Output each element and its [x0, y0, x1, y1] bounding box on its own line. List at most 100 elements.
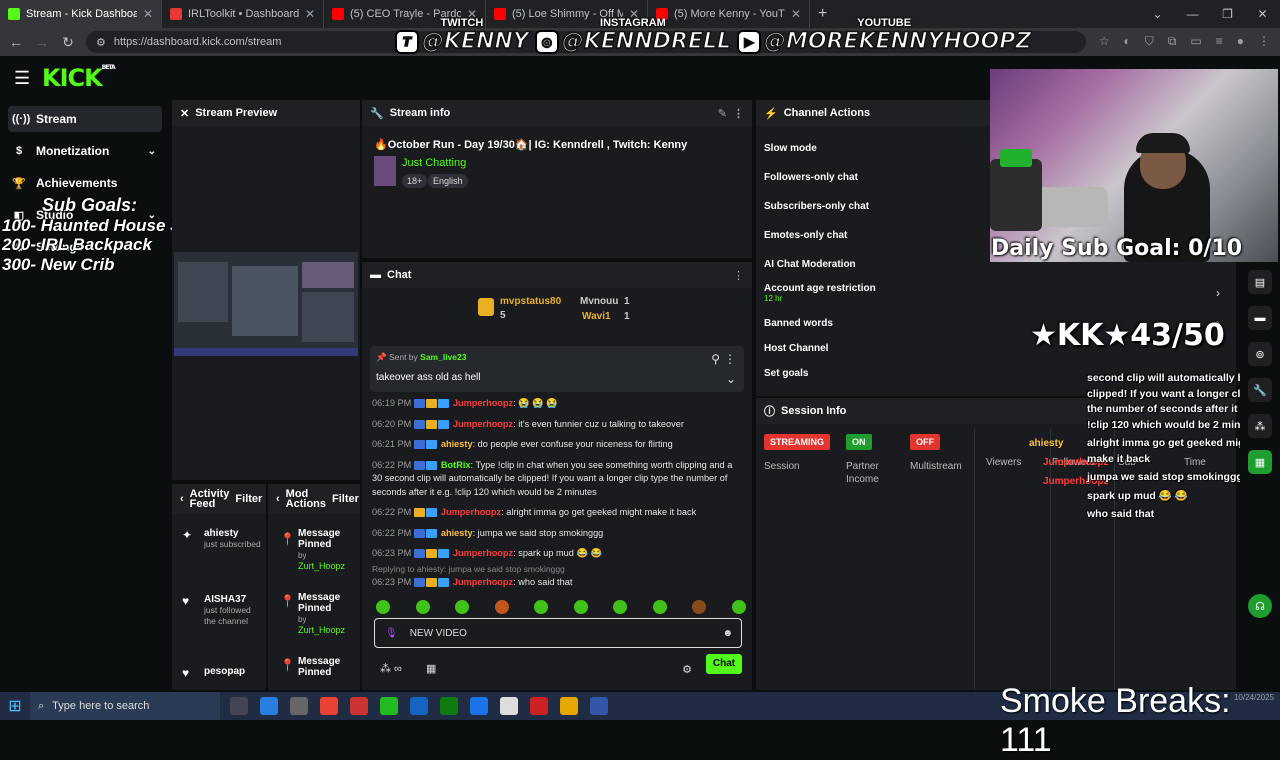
chat-message[interactable]: 06:22 PM BotRix: Type !clip in chat when… [372, 459, 742, 500]
chat-message[interactable]: 06:23 PM Jumperhoopz: who said that [372, 576, 742, 590]
mod-action-item[interactable]: Message Pinned by Zurt_Hoopz [298, 592, 360, 636]
xbox-app-icon[interactable] [440, 697, 458, 715]
leader-name[interactable]: Mvnouu [580, 296, 618, 307]
chevron-right-icon[interactable]: › [1216, 286, 1220, 300]
taskbar-search[interactable]: ⌕ Type here to search [30, 692, 220, 720]
kick-logo[interactable]: KICKBETA [42, 64, 116, 92]
edit-pencil-icon[interactable]: ✎ [718, 107, 727, 120]
app-icon[interactable] [470, 697, 488, 715]
close-icon[interactable]: ✕ [180, 107, 189, 120]
document-icon[interactable]: ▤ [1248, 270, 1272, 294]
banned-words-link[interactable]: Banned words [764, 318, 833, 329]
close-tab-icon[interactable]: ✕ [143, 7, 153, 21]
site-info-icon[interactable]: ⚙ [96, 36, 106, 49]
menu-icon[interactable]: ⋮ [1258, 34, 1270, 49]
chat-message[interactable]: 06:21 PM ahiesty: do people ever confuse… [372, 438, 742, 452]
restore-icon[interactable]: ❐ [1210, 0, 1245, 28]
chat-input[interactable]: 🎙 NEW VIDEO ☻ [374, 618, 742, 648]
chevron-left-icon[interactable]: ‹ [276, 493, 280, 505]
emote-icon[interactable] [494, 600, 509, 614]
app-icon[interactable] [590, 697, 608, 715]
emote-icon[interactable] [692, 600, 707, 614]
task-view-icon[interactable] [230, 697, 248, 715]
app-icon[interactable] [350, 697, 368, 715]
slow-mode-toggle[interactable]: Slow mode [764, 143, 817, 154]
chat-message[interactable]: 06:22 PM ahiesty: jumpa we said stop smo… [372, 527, 742, 541]
split-icon[interactable]: ▭ [1190, 34, 1201, 49]
emotes-only-toggle[interactable]: Emotes-only chat [764, 230, 847, 241]
emote-icon[interactable] [573, 600, 588, 614]
broadcast-icon[interactable]: ⊚ [1248, 342, 1272, 366]
app-icon[interactable] [530, 697, 548, 715]
mod-action-item[interactable]: Message Pinned by Zurt_Hoopz [298, 528, 360, 572]
emote-icon[interactable] [652, 600, 667, 614]
activity-item[interactable]: ✦ ahiesty just subscribed [182, 528, 261, 550]
close-tab-icon[interactable]: ✕ [305, 7, 315, 21]
outlook-icon[interactable] [410, 697, 428, 715]
browser-tab-irltoolkit[interactable]: IRLToolkit • Dashboard ✕ [162, 0, 324, 28]
minimize-icon[interactable]: — [1175, 0, 1210, 28]
puzzle-icon[interactable]: ⧉ [1168, 34, 1177, 49]
leader-name[interactable]: mvpstatus80 [500, 296, 561, 307]
emoji-icon[interactable]: ☻ [722, 628, 733, 639]
chat-message[interactable]: 06:20 PM Jumperhoopz: it's even funnier … [372, 418, 742, 432]
more-options-icon[interactable]: ⋮ [733, 269, 744, 282]
xbox-icon[interactable] [380, 697, 398, 715]
emote-icon[interactable] [415, 600, 430, 614]
emote-icon[interactable] [613, 600, 628, 614]
avatar[interactable]: ● [1237, 34, 1244, 49]
mod-action-item[interactable]: Message Pinned [298, 656, 360, 678]
chevron-left-icon[interactable]: ‹ [180, 493, 184, 505]
wrench-icon[interactable]: 🔧 [1248, 378, 1272, 402]
chevron-down-icon[interactable]: ⌄ [148, 146, 156, 157]
kick-points-icon[interactable]: ⁂ ∞ [380, 662, 402, 675]
followers-only-toggle[interactable]: Followers-only chat [764, 172, 858, 183]
copilot-icon[interactable] [260, 697, 278, 715]
app-icon[interactable] [500, 697, 518, 715]
forward-icon[interactable]: → [34, 34, 50, 50]
shield-icon[interactable]: ⛉ [1145, 34, 1154, 49]
stream-category[interactable]: Just Chatting [402, 157, 466, 169]
gear-icon[interactable]: ⚙ [682, 663, 692, 676]
chat-bubble-icon[interactable]: ▬ [1248, 306, 1272, 330]
close-window-icon[interactable]: ✕ [1245, 0, 1280, 28]
sidebar-item-stream[interactable]: ((·)) Stream [8, 106, 162, 132]
sidebar-item-monetization[interactable]: $ Monetization ⌄ [8, 138, 162, 164]
more-options-icon[interactable]: ⋮ [733, 107, 744, 120]
set-goals-link[interactable]: Set goals [764, 368, 808, 379]
ai-moderation-toggle[interactable]: AI Chat Moderation [764, 259, 856, 270]
apps-icon[interactable]: ⁂ [1248, 414, 1272, 438]
category-thumbnail[interactable] [374, 156, 396, 186]
microphone-icon[interactable]: 🎙 [385, 628, 398, 639]
leader-name[interactable]: Wavi1 [582, 311, 611, 322]
emote-icon[interactable] [731, 600, 746, 614]
chevron-down-icon[interactable]: ⌄ [1140, 0, 1175, 28]
chat-message[interactable]: 06:19 PM Jumperhoopz: 😭 😭 😭 [372, 397, 742, 411]
chat-send-button[interactable]: Chat [706, 654, 742, 674]
browser-tab-kick[interactable]: Stream - Kick Dashboard ✕ [0, 0, 162, 28]
filter-button[interactable]: Filter [235, 493, 262, 505]
subscribers-only-toggle[interactable]: Subscribers-only chat [764, 201, 869, 212]
back-icon[interactable]: ← [8, 34, 24, 50]
support-icon[interactable]: ☊ [1248, 594, 1272, 618]
chat-message[interactable]: 06:22 PM Jumperhoopz: alright imma go ge… [372, 506, 742, 520]
emote-icon[interactable] [534, 600, 549, 614]
gift-icon[interactable]: ▦ [426, 662, 436, 675]
filter-button[interactable]: Filter [332, 493, 359, 505]
emote-icon[interactable] [455, 600, 470, 614]
clapper-icon[interactable]: ▦ [1248, 450, 1272, 474]
store-icon[interactable] [290, 697, 308, 715]
more-options-icon[interactable]: ⋮ [724, 352, 736, 366]
media-icon[interactable]: ≡ [1216, 34, 1223, 49]
extension-icon[interactable]: ◐ [1124, 34, 1131, 49]
chevron-down-icon[interactable]: ⌄ [726, 372, 736, 386]
file-explorer-icon[interactable] [560, 697, 578, 715]
chrome-icon[interactable] [320, 697, 338, 715]
windows-start-icon[interactable]: ⊞ [0, 696, 30, 716]
pin-icon[interactable]: ⚲ [711, 352, 720, 366]
host-channel-link[interactable]: Host Channel [764, 343, 828, 354]
reload-icon[interactable]: ↻ [60, 34, 76, 51]
hamburger-menu-icon[interactable]: ☰ [14, 68, 34, 89]
bookmark-star-icon[interactable]: ☆ [1099, 34, 1110, 49]
sidebar-item-achievements[interactable]: 🏆 Achievements [8, 170, 162, 196]
